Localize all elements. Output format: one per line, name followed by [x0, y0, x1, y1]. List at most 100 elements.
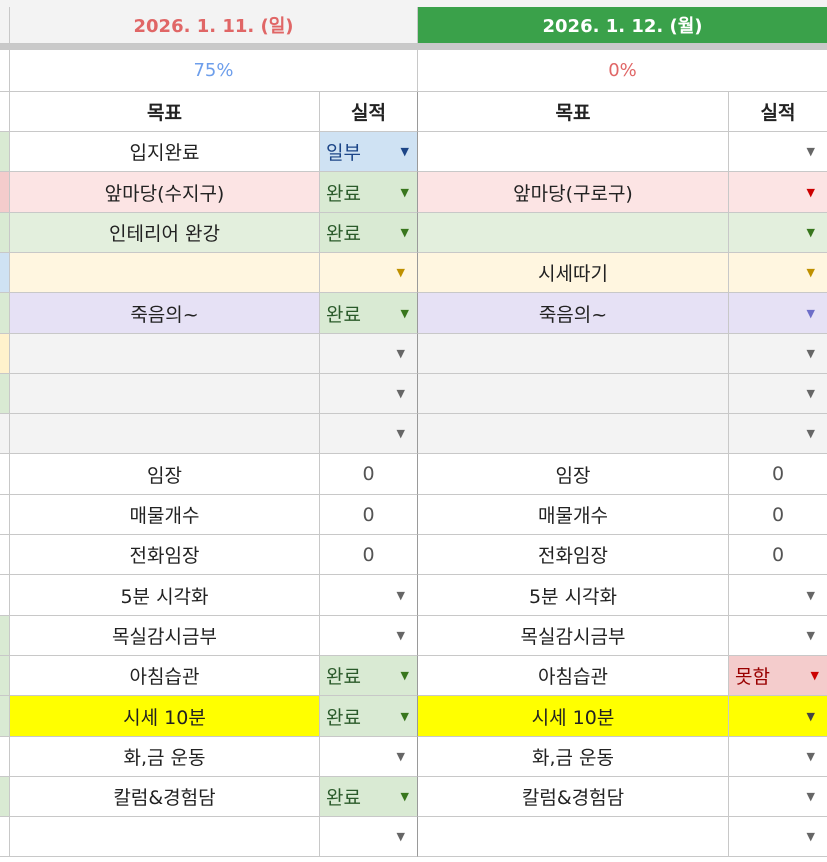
status-dropdown-day1[interactable]: ▼ [320, 374, 418, 414]
header-goal-day2[interactable]: 목표 [418, 92, 729, 132]
goal-cell-day2[interactable] [418, 334, 729, 374]
goal-cell-day2[interactable] [418, 414, 729, 454]
dropdown-arrow-icon[interactable]: ▼ [397, 266, 405, 279]
goal-cell-day2[interactable]: 목실감시금부 [418, 616, 729, 656]
count-cell-day1[interactable]: 0 [320, 454, 418, 495]
goal-cell-day2[interactable]: 매물개수 [418, 495, 729, 535]
goal-cell-day1[interactable] [10, 334, 320, 374]
goal-cell-day1[interactable]: 화,금 운동 [10, 737, 320, 777]
goal-cell-day1[interactable]: 시세 10분 [10, 696, 320, 737]
status-dropdown-day1[interactable]: ▼ [320, 414, 418, 454]
dropdown-arrow-icon[interactable]: ▼ [811, 670, 819, 681]
goal-cell-day1[interactable]: 매물개수 [10, 495, 320, 535]
dropdown-arrow-icon[interactable]: ▼ [397, 830, 405, 843]
dropdown-arrow-icon[interactable]: ▼ [807, 145, 815, 158]
dropdown-arrow-icon[interactable]: ▼ [401, 791, 409, 802]
dropdown-arrow-icon[interactable]: ▼ [401, 187, 409, 198]
goal-cell-day2[interactable]: 화,금 운동 [418, 737, 729, 777]
status-dropdown-day2[interactable]: ▼ [729, 777, 827, 817]
goal-cell-day2[interactable]: 죽음의~ [418, 293, 729, 334]
dropdown-arrow-icon[interactable]: ▼ [397, 629, 405, 642]
goal-cell-day1[interactable] [10, 253, 320, 293]
goal-cell-day1[interactable] [10, 374, 320, 414]
dropdown-arrow-icon[interactable]: ▼ [397, 387, 405, 400]
dropdown-arrow-icon[interactable]: ▼ [401, 146, 409, 157]
dropdown-arrow-icon[interactable]: ▼ [401, 711, 409, 722]
status-dropdown-day1[interactable]: ▼ [320, 737, 418, 777]
goal-cell-day2[interactable]: 임장 [418, 454, 729, 495]
status-dropdown-day2[interactable]: ▼ [729, 334, 827, 374]
status-dropdown-day2[interactable]: ▼ [729, 817, 827, 857]
dropdown-arrow-icon[interactable]: ▼ [807, 710, 815, 723]
status-dropdown-day2[interactable]: 못함 ▼ [729, 656, 827, 696]
status-dropdown-day1[interactable]: ▼ [320, 817, 418, 857]
percent-cell-day2[interactable]: 0% [418, 50, 827, 92]
goal-cell-day1[interactable] [10, 414, 320, 454]
status-dropdown-day2[interactable]: ▼ [729, 575, 827, 616]
count-cell-day2[interactable]: 0 [729, 454, 827, 495]
goal-cell-day2[interactable] [418, 213, 729, 253]
dropdown-arrow-icon[interactable]: ▼ [397, 347, 405, 360]
dropdown-arrow-icon[interactable]: ▼ [807, 387, 815, 400]
status-dropdown-day1[interactable]: ▼ [320, 253, 418, 293]
status-dropdown-day2[interactable]: ▼ [729, 132, 827, 172]
count-cell-day2[interactable]: 0 [729, 535, 827, 575]
goal-cell-day2[interactable]: 칼럼&경험담 [418, 777, 729, 817]
dropdown-arrow-icon[interactable]: ▼ [807, 629, 815, 642]
dropdown-arrow-icon[interactable]: ▼ [807, 830, 815, 843]
dropdown-arrow-icon[interactable]: ▼ [807, 266, 815, 279]
status-dropdown-day1[interactable]: 완료 ▼ [320, 656, 418, 696]
status-dropdown-day2[interactable]: ▼ [729, 213, 827, 253]
goal-cell-day2[interactable] [418, 374, 729, 414]
status-dropdown-day1[interactable]: 일부 ▼ [320, 132, 418, 172]
goal-cell-day2[interactable]: 5분 시각화 [418, 575, 729, 616]
date-cell-day2[interactable]: 2026. 1. 12. (월) [418, 7, 827, 44]
goal-cell-day1[interactable]: 목실감시금부 [10, 616, 320, 656]
status-dropdown-day1[interactable]: 완료 ▼ [320, 172, 418, 213]
goal-cell-day1[interactable]: 인테리어 완강 [10, 213, 320, 253]
goal-cell-day2[interactable]: 앞마당(구로구) [418, 172, 729, 213]
count-cell-day2[interactable]: 0 [729, 495, 827, 535]
goal-cell-day2[interactable]: 아침습관 [418, 656, 729, 696]
goal-cell-day2[interactable]: 전화임장 [418, 535, 729, 575]
status-dropdown-day2[interactable]: ▼ [729, 616, 827, 656]
dropdown-arrow-icon[interactable]: ▼ [397, 750, 405, 763]
dropdown-arrow-icon[interactable]: ▼ [807, 427, 815, 440]
goal-cell-day2[interactable]: 시세따기 [418, 253, 729, 293]
dropdown-arrow-icon[interactable]: ▼ [807, 790, 815, 803]
goal-cell-day2[interactable] [418, 817, 729, 857]
goal-cell-day2[interactable]: 시세 10분 [418, 696, 729, 737]
dropdown-arrow-icon[interactable]: ▼ [401, 227, 409, 238]
goal-cell-day1[interactable]: 죽음의~ [10, 293, 320, 334]
percent-cell-day1[interactable]: 75% [10, 50, 418, 92]
goal-cell-day2[interactable] [418, 132, 729, 172]
status-dropdown-day1[interactable]: 완료 ▼ [320, 213, 418, 253]
status-dropdown-day1[interactable]: 완료 ▼ [320, 696, 418, 737]
goal-cell-day1[interactable]: 입지완료 [10, 132, 320, 172]
header-goal-day1[interactable]: 목표 [10, 92, 320, 132]
dropdown-arrow-icon[interactable]: ▼ [807, 226, 815, 239]
header-result-day2[interactable]: 실적 [729, 92, 827, 132]
count-cell-day1[interactable]: 0 [320, 535, 418, 575]
dropdown-arrow-icon[interactable]: ▼ [401, 670, 409, 681]
status-dropdown-day1[interactable]: ▼ [320, 334, 418, 374]
status-dropdown-day1[interactable]: 완료 ▼ [320, 777, 418, 817]
dropdown-arrow-icon[interactable]: ▼ [807, 750, 815, 763]
header-result-day1[interactable]: 실적 [320, 92, 418, 132]
status-dropdown-day1[interactable]: ▼ [320, 575, 418, 616]
goal-cell-day1[interactable]: 아침습관 [10, 656, 320, 696]
dropdown-arrow-icon[interactable]: ▼ [397, 427, 405, 440]
status-dropdown-day2[interactable]: ▼ [729, 696, 827, 737]
goal-cell-day1[interactable]: 임장 [10, 454, 320, 495]
dropdown-arrow-icon[interactable]: ▼ [397, 589, 405, 602]
goal-cell-day1[interactable] [10, 817, 320, 857]
status-dropdown-day2[interactable]: ▼ [729, 414, 827, 454]
dropdown-arrow-icon[interactable]: ▼ [807, 307, 815, 320]
dropdown-arrow-icon[interactable]: ▼ [401, 308, 409, 319]
date-cell-day1[interactable]: 2026. 1. 11. (일) [10, 7, 418, 44]
status-dropdown-day1[interactable]: ▼ [320, 616, 418, 656]
status-dropdown-day2[interactable]: ▼ [729, 374, 827, 414]
status-dropdown-day2[interactable]: ▼ [729, 172, 827, 213]
count-cell-day1[interactable]: 0 [320, 495, 418, 535]
dropdown-arrow-icon[interactable]: ▼ [807, 589, 815, 602]
